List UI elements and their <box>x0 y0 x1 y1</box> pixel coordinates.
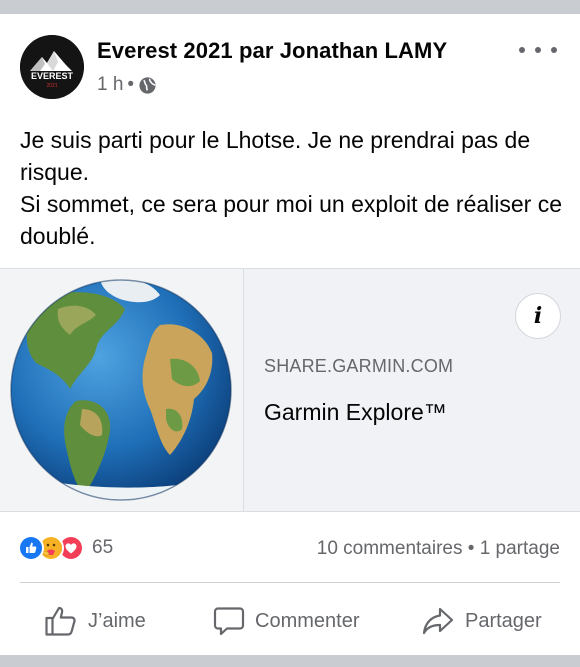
post-text-line: Je suis parti pour le Lhotse. Je ne pren… <box>20 127 531 185</box>
meta-separator: • <box>127 74 135 95</box>
share-arrow-icon <box>422 607 454 635</box>
link-domain: SHARE.GARMIN.COM <box>264 356 454 376</box>
more-dot <box>519 47 525 53</box>
earth-globe-image <box>10 279 232 501</box>
post-text-line: Si sommet, ce sera pour moi un exploit d… <box>20 191 563 249</box>
post-header: EVEREST 2021 Everest 2021 par Jonathan L… <box>0 14 580 114</box>
action-divider <box>20 582 560 583</box>
stats-separator: • <box>467 538 475 559</box>
link-title[interactable]: Garmin Explore™ <box>264 399 447 426</box>
author-name[interactable]: Everest 2021 par Jonathan LAMY <box>97 38 447 64</box>
like-button[interactable]: J’aime <box>44 604 146 638</box>
like-reaction-icon <box>18 535 44 561</box>
post-card: EVEREST 2021 Everest 2021 par Jonathan L… <box>0 14 580 655</box>
info-icon: i <box>533 303 543 329</box>
info-button[interactable]: i <box>515 293 561 339</box>
share-button[interactable]: Partager <box>421 604 542 638</box>
link-preview-image[interactable] <box>0 269 244 511</box>
post-meta: 1 h • <box>97 74 157 96</box>
shares-count[interactable]: 1 partage <box>480 538 560 559</box>
post-time[interactable]: 1 h <box>97 74 123 96</box>
post-stats: 65 10 commentaires • 1 partage <box>0 532 580 564</box>
more-options-icon[interactable] <box>519 40 557 60</box>
comments-count[interactable]: 10 commentaires <box>317 538 463 559</box>
avatar-logo-subtext: 2021 <box>46 83 57 89</box>
comment-button[interactable]: Commenter <box>213 604 359 638</box>
share-label: Partager <box>465 609 542 632</box>
reaction-count: 65 <box>92 537 114 558</box>
page-avatar[interactable]: EVEREST 2021 <box>20 35 84 99</box>
mountain-logo-icon: EVEREST 2021 <box>20 35 84 99</box>
reactions-summary[interactable]: 65 <box>18 535 113 561</box>
more-dot <box>535 47 541 53</box>
thumbs-up-icon <box>45 606 76 636</box>
globe-icon[interactable] <box>138 76 157 95</box>
speech-bubble-icon <box>213 607 245 636</box>
action-bar: J’aime Commenter Partager <box>0 594 580 649</box>
more-dot <box>551 47 557 53</box>
like-label: J’aime <box>88 609 146 632</box>
avatar-logo-text: EVEREST <box>31 71 74 81</box>
post-text: Je suis parti pour le Lhotse. Je ne pren… <box>20 124 565 252</box>
comments-shares-summary: 10 commentaires • 1 partage <box>317 538 560 560</box>
comment-label: Commenter <box>255 609 360 632</box>
link-preview[interactable]: i SHARE.GARMIN.COM Garmin Explore™ <box>0 268 580 512</box>
